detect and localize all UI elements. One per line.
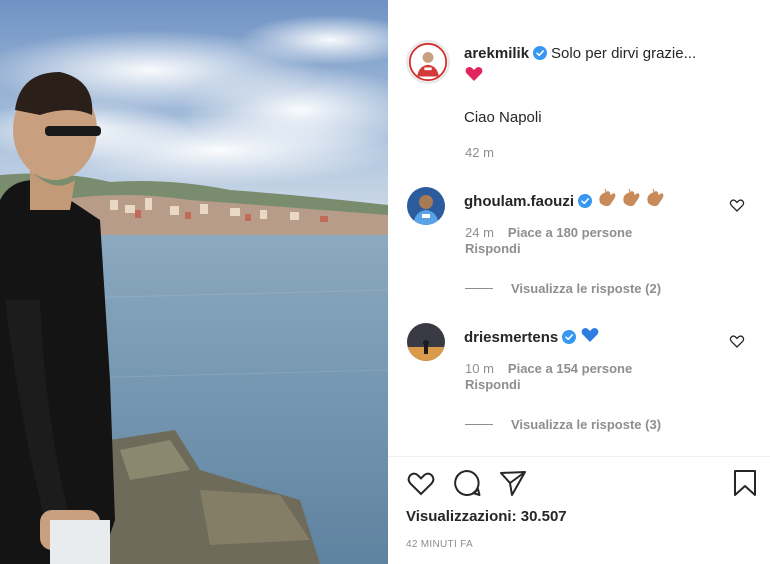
paper-plane-icon[interactable] bbox=[498, 468, 528, 498]
red-heart-emoji bbox=[464, 64, 484, 84]
view-replies-label[interactable]: Visualizza le risposte (2) bbox=[511, 281, 661, 296]
clapping-hands-emoji bbox=[596, 188, 668, 215]
comment-1-username[interactable]: ghoulam.faouzi bbox=[464, 193, 574, 210]
actions-divider bbox=[388, 456, 770, 457]
comment-bubble-icon[interactable] bbox=[452, 468, 482, 498]
heart-outline-icon[interactable] bbox=[406, 468, 436, 498]
post-media[interactable] bbox=[0, 0, 388, 564]
caption-line-2: Ciao Napoli bbox=[464, 109, 542, 126]
post-photo bbox=[0, 0, 388, 564]
comment-2-reply[interactable]: Rispondi bbox=[465, 377, 521, 393]
views-count[interactable]: Visualizzazioni: 30.507 bbox=[406, 508, 567, 525]
comment-2-likes[interactable]: Piace a 154 persone bbox=[508, 361, 632, 376]
caption-line: arekmilik Solo per dirvi grazie... bbox=[464, 44, 696, 64]
divider-line bbox=[465, 288, 493, 289]
commenter-avatar[interactable] bbox=[407, 323, 445, 361]
comment-1-likes[interactable]: Piace a 180 persone bbox=[508, 225, 632, 240]
commenter-avatar[interactable] bbox=[407, 187, 445, 225]
comment-2-view-replies[interactable]: Visualizza le risposte (3) bbox=[465, 417, 661, 432]
caption-text: Solo per dirvi grazie... bbox=[551, 45, 697, 62]
comment-2-line: driesmertens bbox=[464, 325, 600, 351]
author-avatar[interactable] bbox=[406, 40, 450, 84]
comment-like-heart-icon[interactable] bbox=[729, 333, 745, 349]
divider-line bbox=[465, 424, 493, 425]
author-username[interactable]: arekmilik bbox=[464, 45, 529, 62]
comment-2-username[interactable]: driesmertens bbox=[464, 329, 558, 346]
comment-2-meta: 10 m Piace a 154 persone bbox=[465, 361, 632, 377]
verified-badge-icon bbox=[562, 330, 577, 344]
view-replies-label[interactable]: Visualizza le risposte (3) bbox=[511, 417, 661, 432]
comment-1-line: ghoulam.faouzi bbox=[464, 188, 668, 215]
verified-badge-icon bbox=[578, 194, 592, 208]
blue-heart-emoji bbox=[580, 325, 600, 351]
comment-1-meta: 24 m Piace a 180 persone bbox=[465, 225, 632, 241]
comment-1-reply[interactable]: Rispondi bbox=[465, 241, 521, 257]
comment-1-time[interactable]: 24 m bbox=[465, 225, 494, 240]
comment-2-time[interactable]: 10 m bbox=[465, 361, 494, 376]
comments-panel: arekmilik Solo per dirvi grazie... Ciao N… bbox=[388, 0, 770, 564]
bookmark-icon[interactable] bbox=[730, 468, 760, 498]
caption-time[interactable]: 42 m bbox=[465, 145, 494, 161]
post-timestamp[interactable]: 42 MINUTI FA bbox=[406, 539, 473, 550]
comment-1-view-replies[interactable]: Visualizza le risposte (2) bbox=[465, 281, 661, 296]
verified-badge-icon bbox=[533, 46, 548, 60]
comment-like-heart-icon[interactable] bbox=[729, 197, 745, 213]
